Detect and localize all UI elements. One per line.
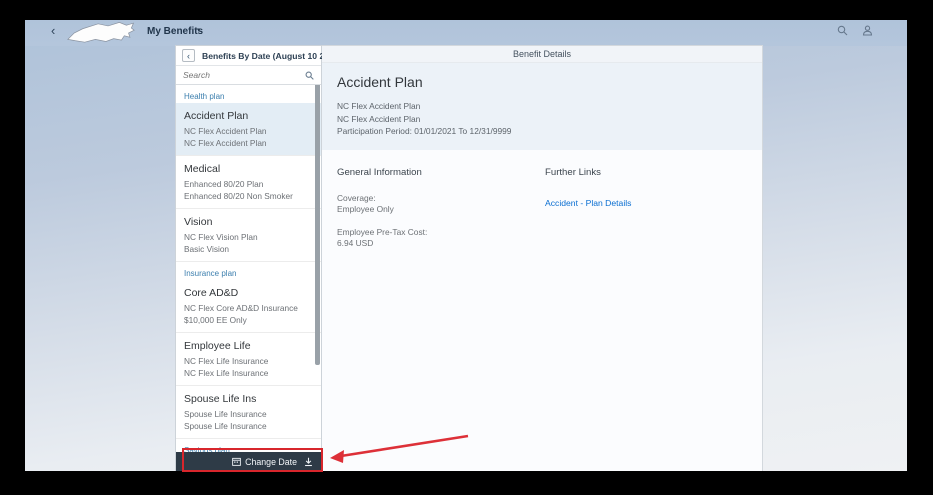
group-header-health-plan: Health plan xyxy=(176,85,321,103)
chevron-down-icon[interactable]: ▾ xyxy=(197,26,201,34)
item-line: Spouse Life Insurance xyxy=(184,421,313,433)
item-line: NC Flex Vision Plan xyxy=(184,232,313,244)
item-line: NC Flex Core AD&D Insurance xyxy=(184,303,313,315)
general-information-heading: General Information xyxy=(337,167,747,178)
item-title: Accident Plan xyxy=(184,110,313,122)
search-icon[interactable] xyxy=(837,25,848,36)
benefit-details-title: Benefit Details xyxy=(513,49,571,59)
shell-app-title[interactable]: My Benefits xyxy=(147,26,203,37)
field-label: Coverage: xyxy=(337,193,747,205)
benefit-details-panel: Benefit Details Accident Plan NC Flex Ac… xyxy=(322,45,763,471)
item-line: $10,000 EE Only xyxy=(184,315,313,327)
pretax-cost-field: Employee Pre-Tax Cost: 6.94 USD xyxy=(337,227,747,250)
list-item-accident-plan[interactable]: Accident Plan NC Flex Accident Plan NC F… xyxy=(176,103,321,156)
item-line: NC Flex Life Insurance xyxy=(184,356,313,368)
shell-bar: ‹ My Benefits ▾ xyxy=(25,20,907,46)
field-value: Employee Only xyxy=(337,204,747,216)
search-icon[interactable] xyxy=(305,71,314,80)
item-title: Employee Life xyxy=(184,340,313,352)
list-scrollbar[interactable] xyxy=(315,85,320,365)
app-viewport: ‹ My Benefits ▾ ‹ Benefits By Date (Augu… xyxy=(25,20,907,471)
group-header-insurance-plan: Insurance plan xyxy=(176,262,321,280)
list-item-spouse-life[interactable]: Spouse Life Ins Spouse Life Insurance Sp… xyxy=(176,386,321,439)
benefit-name: Accident Plan xyxy=(337,74,747,90)
further-links-section: Further Links Accident - Plan Details xyxy=(545,167,631,211)
list-item-medical[interactable]: Medical Enhanced 80/20 Plan Enhanced 80/… xyxy=(176,156,321,209)
list-item-core-add[interactable]: Core AD&D NC Flex Core AD&D Insurance $1… xyxy=(176,280,321,333)
user-profile-icon[interactable] xyxy=(862,25,873,36)
search-input[interactable] xyxy=(183,70,305,80)
item-title: Spouse Life Ins xyxy=(184,393,313,405)
benefit-subtitle: NC Flex Accident Plan xyxy=(337,113,747,126)
back-button[interactable]: ‹ xyxy=(182,49,195,62)
item-line: Spouse Life Insurance xyxy=(184,409,313,421)
item-title: Medical xyxy=(184,163,313,175)
benefits-list-panel: ‹ Benefits By Date (August 10 2021) Heal… xyxy=(175,45,322,471)
benefit-title-section: Accident Plan NC Flex Accident Plan NC F… xyxy=(322,63,762,150)
participation-period: Participation Period: 01/01/2021 To 12/3… xyxy=(337,125,747,138)
item-line: Enhanced 80/20 Non Smoker xyxy=(184,191,313,203)
benefits-list: Health plan Accident Plan NC Flex Accide… xyxy=(176,85,321,471)
accident-plan-details-link[interactable]: Accident - Plan Details xyxy=(545,198,631,208)
benefit-subtitle: NC Flex Accident Plan xyxy=(337,100,747,113)
annotation-highlight-box xyxy=(182,448,323,472)
search-field-row xyxy=(176,66,321,85)
list-item-vision[interactable]: Vision NC Flex Vision Plan Basic Vision xyxy=(176,209,321,262)
field-value: 6.94 USD xyxy=(337,238,747,250)
benefit-details-header: Benefit Details xyxy=(322,46,762,63)
list-item-employee-life[interactable]: Employee Life NC Flex Life Insurance NC … xyxy=(176,333,321,386)
item-line: NC Flex Accident Plan xyxy=(184,126,313,138)
item-line: Enhanced 80/20 Plan xyxy=(184,179,313,191)
item-line: NC Flex Life Insurance xyxy=(184,368,313,380)
benefits-list-header: ‹ Benefits By Date (August 10 2021) xyxy=(176,46,321,66)
north-carolina-logo-icon xyxy=(65,21,137,45)
coverage-field: Coverage: Employee Only xyxy=(337,193,747,216)
item-line: NC Flex Accident Plan xyxy=(184,138,313,150)
benefits-list-title: Benefits By Date (August 10 2021) xyxy=(202,51,341,61)
item-title: Vision xyxy=(184,216,313,228)
benefit-details-body: General Information Coverage: Employee O… xyxy=(322,150,762,278)
shell-back-icon[interactable]: ‹ xyxy=(51,23,55,38)
further-links-heading: Further Links xyxy=(545,167,631,178)
field-label: Employee Pre-Tax Cost: xyxy=(337,227,747,239)
item-title: Core AD&D xyxy=(184,287,313,299)
item-line: Basic Vision xyxy=(184,244,313,256)
